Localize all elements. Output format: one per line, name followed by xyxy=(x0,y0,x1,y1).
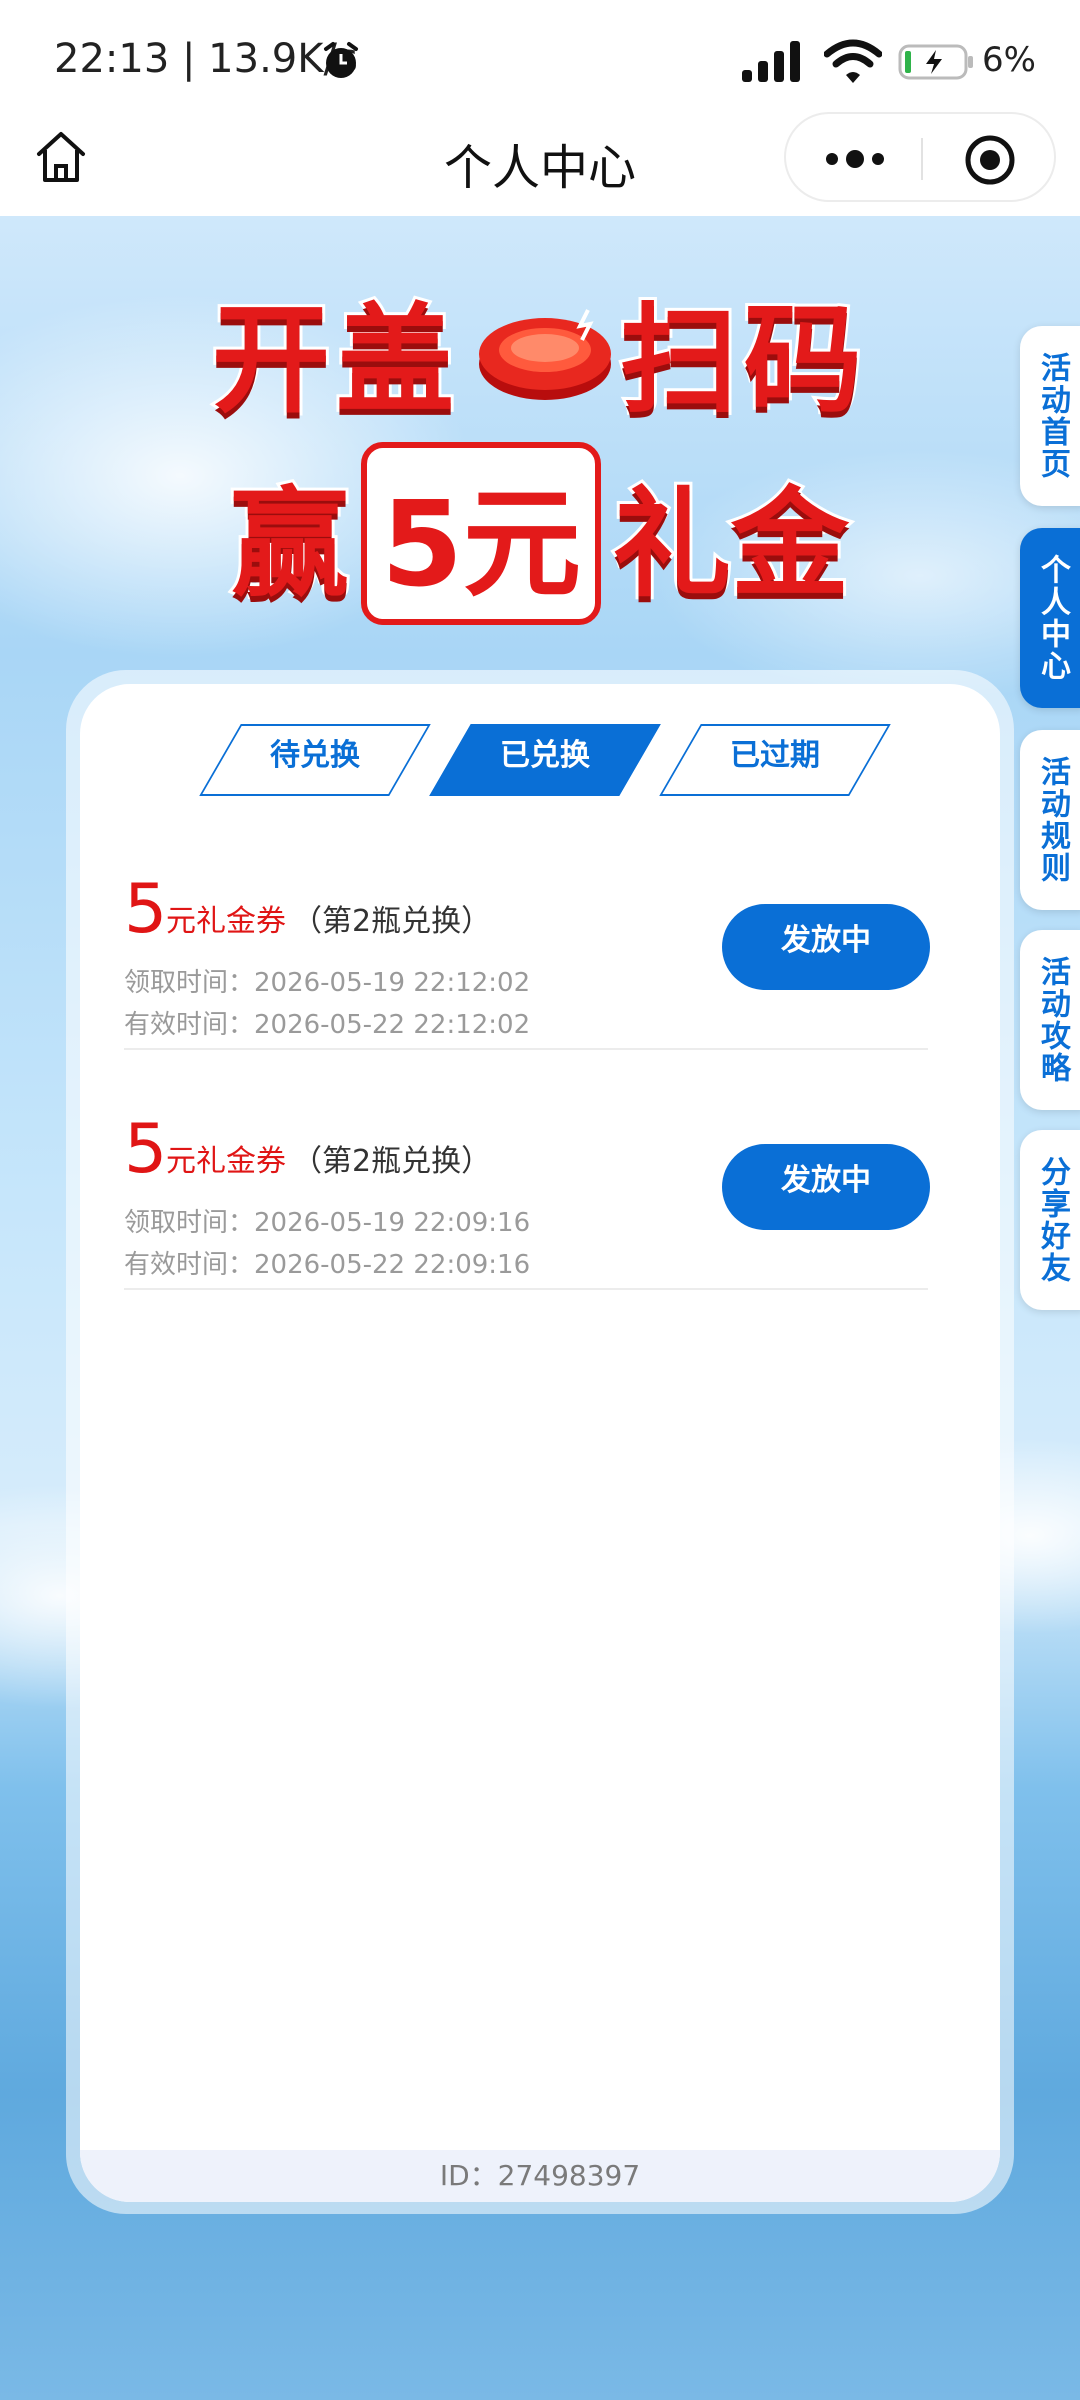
target-icon[interactable] xyxy=(964,134,1016,186)
status-bar: 22:13 | 13.9K/s 6% xyxy=(0,0,1080,110)
battery-percent: 6% xyxy=(982,40,1036,80)
banner-text-scan: 扫码 xyxy=(617,288,869,432)
coupon-received-time: 领取时间：2026-05-19 22:12:02 xyxy=(124,968,531,998)
promo-banner: 开盖 扫码 赢 5元 礼金 xyxy=(150,264,930,664)
capsule-divider xyxy=(921,138,923,180)
status-tabs: 待兑换 已兑换 已过期 xyxy=(199,724,900,796)
coupon-note: （第2瓶兑换） xyxy=(292,1144,492,1179)
side-tab-personal-center[interactable]: 个人中心 xyxy=(1020,528,1080,708)
coupon-valid-time: 有效时间：2026-05-22 22:12:02 xyxy=(124,1010,531,1040)
tab-redeemed[interactable]: 已兑换 xyxy=(450,724,640,796)
alarm-icon xyxy=(324,42,358,78)
coupon-status-button[interactable]: 发放中 xyxy=(722,1144,930,1230)
banner-text-win: 赢 xyxy=(228,472,352,616)
tab-pending[interactable]: 待兑换 xyxy=(220,724,410,796)
mini-program-capsule xyxy=(784,112,1056,202)
signal-icon xyxy=(742,41,800,82)
tab-expired[interactable]: 已过期 xyxy=(680,724,870,796)
banner-text-gift: 礼金 xyxy=(610,472,852,616)
coupon-unit: 元礼金券 xyxy=(166,1144,286,1179)
side-tab-activity-guide[interactable]: 活动攻略 xyxy=(1020,930,1080,1110)
coupon-received-time: 领取时间：2026-05-19 22:09:16 xyxy=(124,1208,531,1238)
coupon-unit: 元礼金券 xyxy=(166,904,286,939)
coupon-amount: 5 xyxy=(124,1110,168,1189)
coupon-valid-time: 有效时间：2026-05-22 22:09:16 xyxy=(124,1250,531,1280)
bottle-cap-icon xyxy=(479,309,611,400)
banner-badge-5yuan: 5元 xyxy=(360,442,602,625)
status-time: 22:13 | 13.9K/s xyxy=(54,36,358,82)
side-tab-share-friends[interactable]: 分享好友 xyxy=(1020,1130,1080,1310)
coupon-item: 5 元礼金券 （第2瓶兑换） 领取时间：2026-05-19 22:09:16 … xyxy=(124,1110,930,1290)
coupon-status-button[interactable]: 发放中 xyxy=(722,904,930,990)
banner-text-open-cap: 开盖 xyxy=(209,288,460,432)
coupon-item: 5 元礼金券 （第2瓶兑换） 领取时间：2026-05-19 22:12:02 … xyxy=(124,870,930,1050)
side-tab-activity-home[interactable]: 活动首页 xyxy=(1020,326,1080,506)
user-id-footer: ID：27498397 xyxy=(80,2150,1000,2202)
coupon-card: 待兑换 已兑换 已过期 5 元礼金券 （第2瓶兑换） 领取时间：2026-05-… xyxy=(80,684,1000,2202)
wifi-icon xyxy=(824,39,882,83)
banner-line2: 赢 5元 礼金 xyxy=(150,442,930,625)
more-icon[interactable] xyxy=(824,144,886,174)
coupon-amount: 5 xyxy=(124,870,168,949)
battery-icon xyxy=(898,44,973,80)
title-bar: 个人中心 xyxy=(0,110,1080,216)
coupon-note: （第2瓶兑换） xyxy=(292,904,492,939)
side-tab-activity-rules[interactable]: 活动规则 xyxy=(1020,730,1080,910)
